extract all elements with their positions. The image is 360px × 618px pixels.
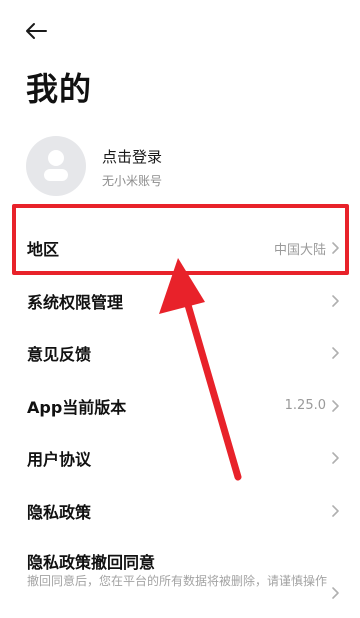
- back-button[interactable]: [24, 18, 54, 44]
- chevron-right-icon: [332, 587, 339, 599]
- menu-item-permissions[interactable]: 系统权限管理: [0, 275, 360, 328]
- my-page-screen: 我的 点击登录 无小米账号 地区 中国大陆 系统权限管理 意见反馈 App当前版…: [0, 0, 360, 618]
- chevron-right-icon: [332, 452, 339, 465]
- withdraw-consent-description: 撤回同意后，您在平台的所有数据将被删除，请谨慎操作: [27, 574, 328, 588]
- menu-item-label: 系统权限管理: [27, 292, 124, 312]
- menu-item-label: 隐私政策撤回同意: [27, 553, 156, 572]
- menu-item-user-agreement[interactable]: 用户协议: [0, 432, 360, 485]
- menu-item-label: 地区: [27, 240, 60, 260]
- menu-item-privacy-policy[interactable]: 隐私政策: [0, 485, 360, 538]
- chevron-right-icon: [332, 242, 339, 255]
- page-title: 我的: [26, 70, 93, 108]
- menu-item-feedback[interactable]: 意见反馈: [0, 327, 360, 380]
- chevron-right-icon: [332, 294, 339, 307]
- chevron-right-icon: [332, 399, 339, 412]
- region-value: 中国大陆: [273, 242, 326, 258]
- chevron-right-icon: [332, 504, 339, 517]
- menu-item-label: 用户协议: [27, 450, 92, 470]
- menu-item-label: 隐私政策: [27, 502, 92, 522]
- login-profile-card[interactable]: 点击登录 无小米账号: [26, 136, 336, 196]
- settings-menu: 地区 中国大陆 系统权限管理 意见反馈 App当前版本 1.25.0 用户协议 …: [0, 222, 360, 617]
- menu-item-label: App当前版本: [27, 397, 127, 417]
- account-status-text: 无小米账号: [102, 174, 163, 188]
- menu-item-region[interactable]: 地区 中国大陆: [0, 222, 360, 275]
- menu-item-app-version[interactable]: App当前版本 1.25.0: [0, 380, 360, 433]
- menu-item-withdraw-consent[interactable]: 隐私政策撤回同意 撤回同意后，您在平台的所有数据将被删除，请谨慎操作: [0, 537, 360, 617]
- login-link[interactable]: 点击登录: [102, 146, 162, 167]
- user-avatar-icon: [26, 136, 86, 196]
- version-value: 1.25.0: [284, 398, 326, 414]
- arrow-left-icon: [26, 23, 47, 39]
- chevron-right-icon: [332, 347, 339, 360]
- menu-item-label: 意见反馈: [27, 345, 92, 365]
